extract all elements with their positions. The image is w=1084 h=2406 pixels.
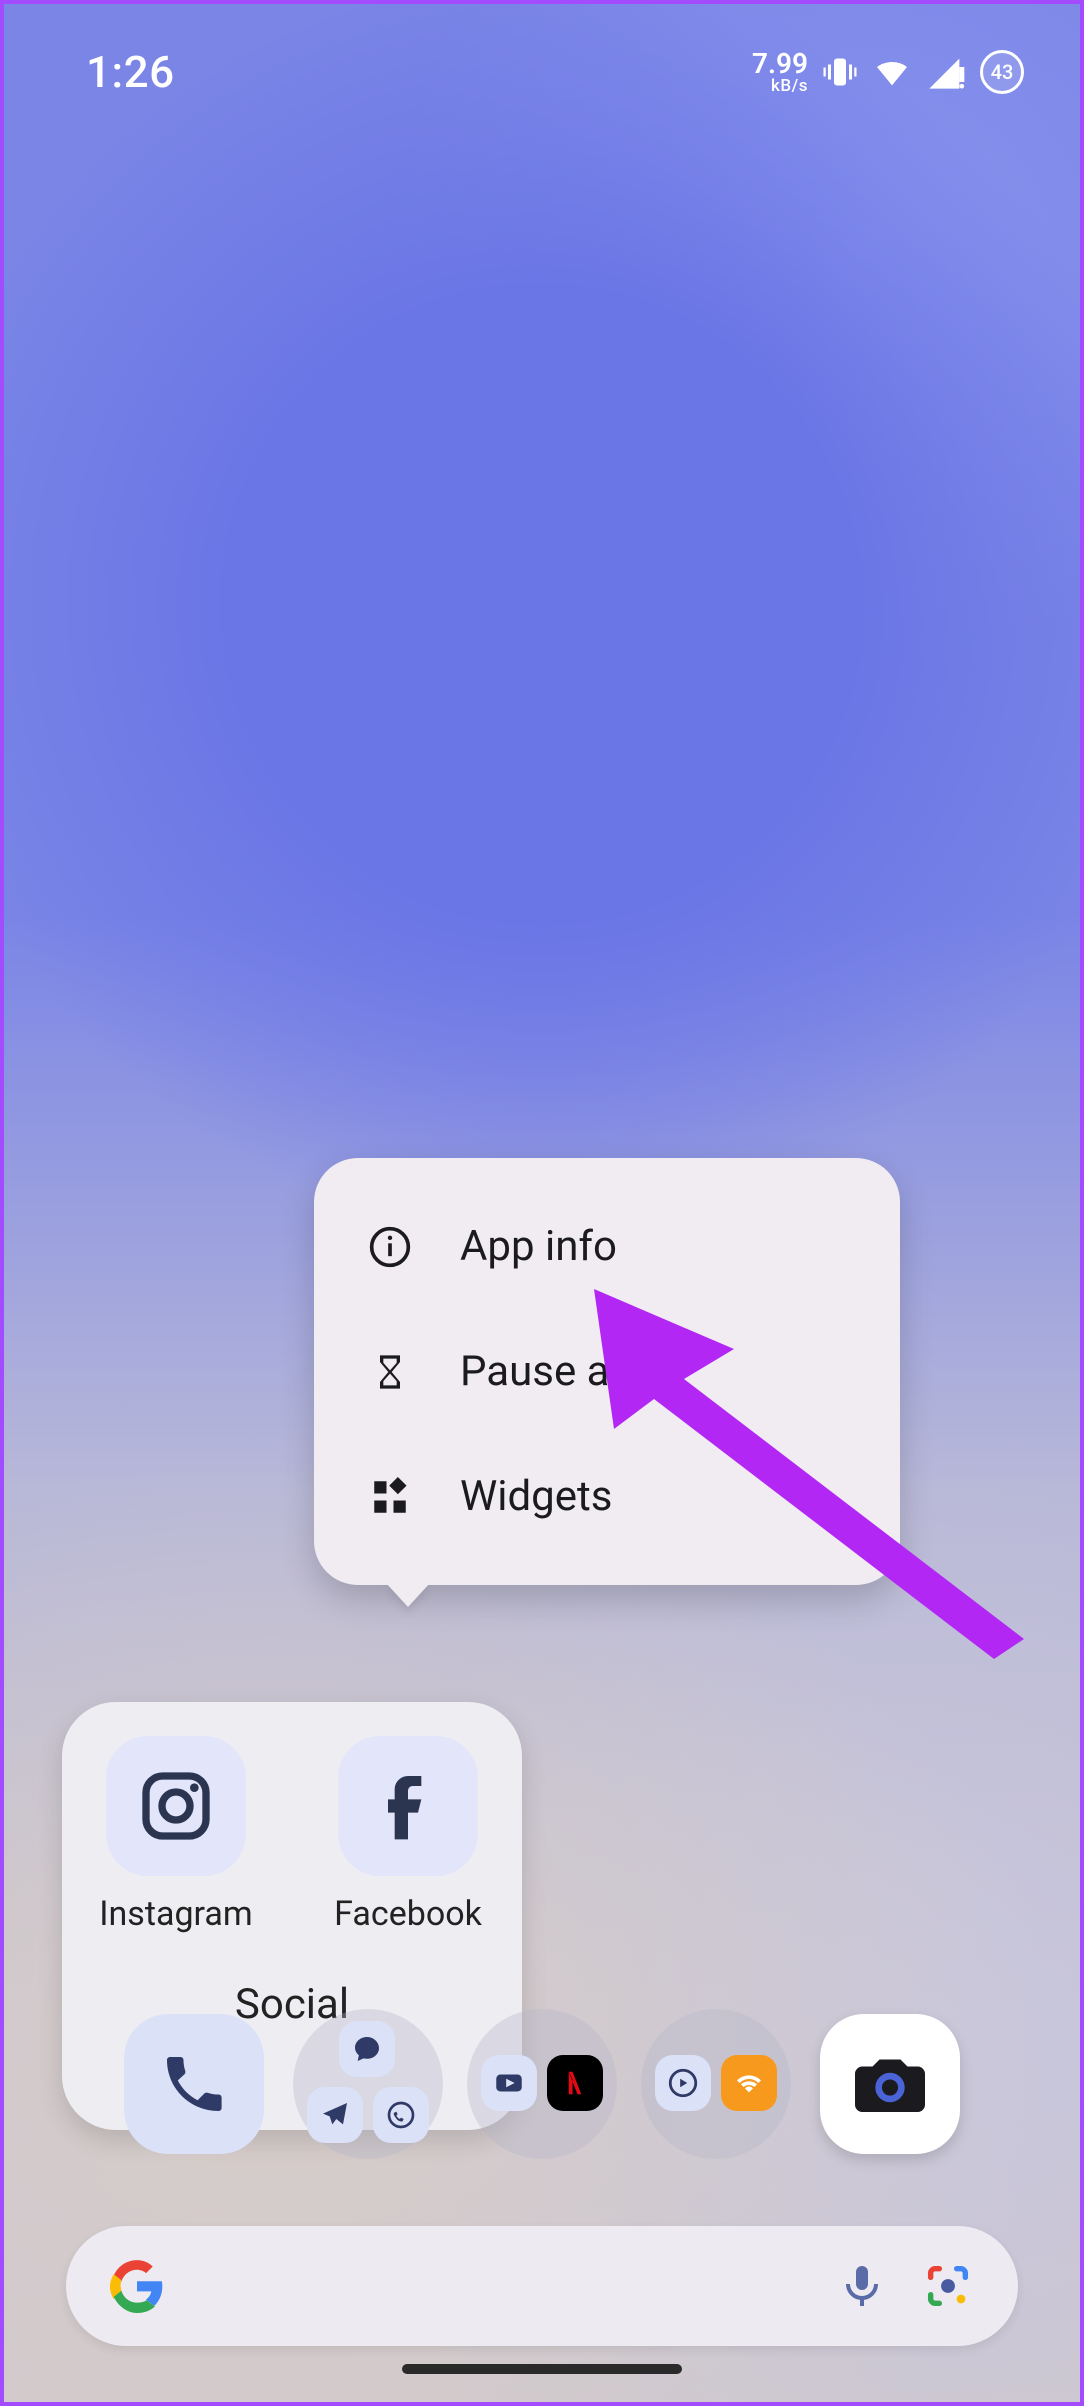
youtube-music-icon [655,2055,711,2111]
network-speed: 7.99 kB/s [752,50,808,95]
voice-search-button[interactable] [838,2262,886,2310]
dock [4,2008,1080,2160]
menu-item-pause-app[interactable]: Pause app [314,1309,900,1434]
menu-item-app-info[interactable]: App info [314,1184,900,1309]
menu-item-label: Pause app [460,1347,657,1396]
instagram-app[interactable]: Instagram [81,1736,271,1934]
chat-icon [339,2021,395,2077]
phone-app[interactable] [124,2014,264,2154]
camera-app[interactable] [820,2014,960,2154]
app-label: Instagram [99,1894,252,1934]
hourglass-icon [366,1350,414,1394]
battery-icon: 43 [980,50,1024,94]
navigation-handle[interactable] [402,2364,682,2374]
audible-icon [721,2055,777,2111]
status-bar: 1:26 7.99 kB/s 43 [4,36,1080,108]
phone-icon [158,2048,230,2120]
video-folder[interactable] [467,2009,617,2159]
telegram-icon [307,2087,363,2143]
menu-item-label: App info [460,1222,617,1271]
widgets-icon [366,1476,414,1518]
media-folder[interactable] [641,2009,791,2159]
app-context-menu: App info Pause app Widgets [314,1158,900,1585]
app-label: Facebook [334,1894,482,1934]
netflix-icon [547,2055,603,2111]
status-time: 1:26 [86,46,175,98]
camera-icon [848,2042,932,2126]
google-lens-icon [922,2260,974,2312]
whatsapp-icon [373,2087,429,2143]
menu-item-widgets[interactable]: Widgets [314,1434,900,1559]
info-icon [366,1225,414,1269]
vibrate-icon [822,54,858,90]
lens-button[interactable] [922,2260,974,2312]
google-search-bar[interactable] [66,2226,1018,2346]
google-logo-icon [110,2259,164,2313]
wifi-icon [872,52,912,92]
messaging-folder[interactable] [293,2009,443,2159]
youtube-icon [481,2055,537,2111]
microphone-icon [838,2262,886,2310]
cellular-signal-icon [926,52,966,92]
menu-item-label: Widgets [460,1472,612,1521]
status-indicators: 7.99 kB/s 43 [752,50,1024,95]
facebook-icon [338,1736,478,1876]
facebook-app[interactable]: Facebook [313,1736,503,1934]
instagram-icon [106,1736,246,1876]
